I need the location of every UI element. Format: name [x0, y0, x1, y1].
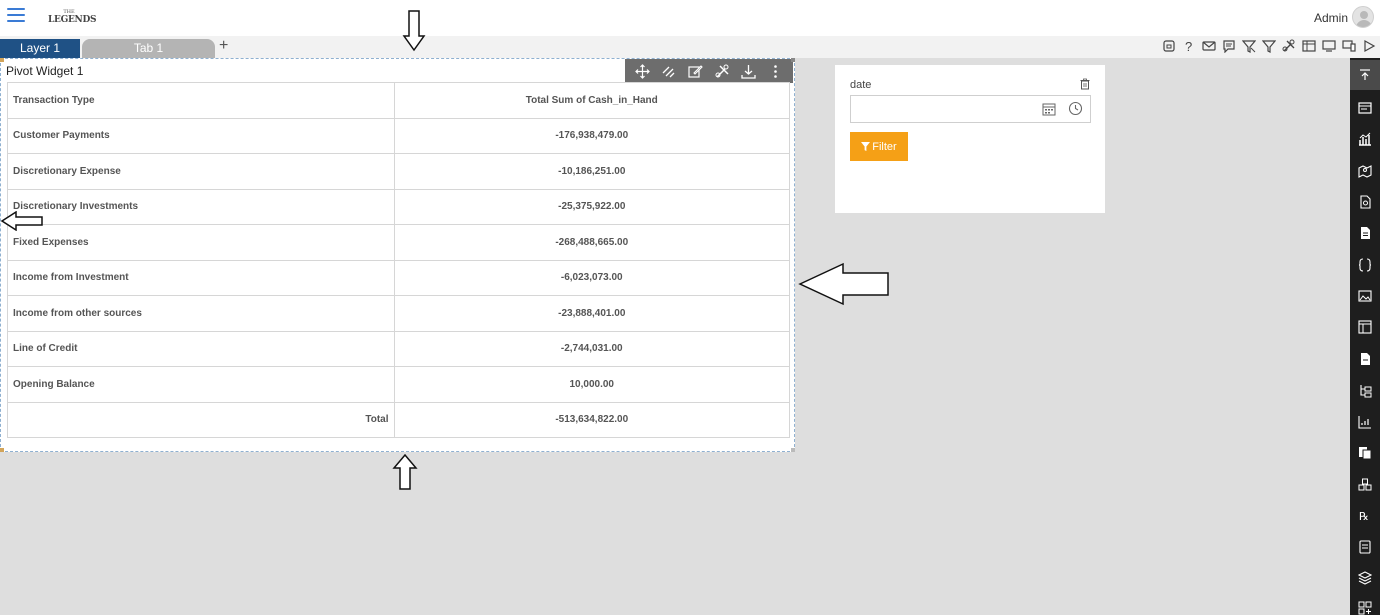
trash-icon[interactable] [1079, 78, 1091, 90]
layers-icon[interactable] [1350, 563, 1380, 593]
add-widget-icon[interactable] [1350, 593, 1380, 615]
row-value: -23,888,401.00 [393, 295, 790, 332]
column-header-transaction-type[interactable]: Transaction Type [7, 82, 395, 119]
resize-arrow-left-large-icon [798, 262, 889, 306]
devices-icon[interactable] [1342, 39, 1356, 53]
link-icon[interactable] [661, 63, 677, 79]
comment-icon[interactable] [1222, 39, 1236, 53]
save-icon[interactable] [1162, 39, 1176, 53]
table-row: Discretionary Investments -25,375,922.00 [7, 188, 790, 225]
settings-icon[interactable] [1282, 39, 1296, 53]
code-icon[interactable] [1350, 250, 1380, 280]
right-sidebar: ℞ [1350, 58, 1380, 615]
row-label: Discretionary Investments [7, 188, 395, 225]
tools-icon[interactable] [714, 63, 730, 79]
filter-label: date [850, 79, 872, 91]
help-icon[interactable]: ? [1182, 39, 1196, 53]
document-icon[interactable] [1350, 218, 1380, 248]
filter-button[interactable]: Filter [850, 132, 908, 161]
frame-icon[interactable] [1350, 312, 1380, 342]
dashboard-toolbar: ? [1162, 39, 1376, 53]
row-value: 10,000.00 [393, 366, 790, 403]
download-icon[interactable] [741, 63, 757, 79]
table-row: Customer Payments -176,938,479.00 [7, 117, 790, 154]
row-label: Income from Investment [7, 259, 395, 296]
hamburger-menu-icon[interactable] [7, 8, 25, 22]
top-header: THE LEGENDS Admin [0, 0, 1380, 36]
row-value: -2,744,031.00 [393, 330, 790, 367]
image-icon[interactable] [1350, 281, 1380, 311]
tab-1[interactable]: Tab 1 [82, 39, 215, 58]
resize-handle[interactable] [0, 58, 4, 62]
table-icon[interactable] [1302, 39, 1316, 53]
row-label: Fixed Expenses [7, 224, 395, 261]
row-label: Income from other sources [7, 295, 395, 332]
collapse-icon[interactable] [1350, 60, 1380, 90]
more-options-icon[interactable] [768, 63, 784, 79]
trend-icon[interactable] [1350, 407, 1380, 437]
map-icon[interactable] [1350, 156, 1380, 186]
row-label: Line of Credit [7, 330, 395, 367]
filter-icon[interactable] [1262, 39, 1276, 53]
formula-icon[interactable]: ℞ [1350, 501, 1380, 531]
svg-text:?: ? [1185, 39, 1192, 53]
resize-handle[interactable] [0, 448, 4, 452]
user-name[interactable]: Admin [1314, 11, 1348, 25]
table-row: Fixed Expenses -268,488,665.00 [7, 224, 790, 261]
filter-funnel-icon [861, 142, 871, 151]
calendar-icon[interactable] [1042, 102, 1056, 116]
widget-icon[interactable] [1350, 93, 1380, 123]
table-row: Income from other sources -23,888,401.00 [7, 295, 790, 332]
total-label: Total [7, 401, 395, 438]
resize-arrow-down-icon [402, 10, 426, 52]
total-value: -513,634,822.00 [393, 401, 790, 438]
chart-icon[interactable] [1350, 124, 1380, 154]
svg-text:℞: ℞ [1359, 511, 1369, 523]
monitor-icon[interactable] [1322, 39, 1336, 53]
pdf-icon[interactable] [1350, 187, 1380, 217]
tree-icon[interactable] [1350, 376, 1380, 406]
widget-toolbar [625, 59, 793, 83]
notes-icon[interactable] [1350, 532, 1380, 562]
copy-icon[interactable] [1350, 438, 1380, 468]
layer-tab[interactable]: Layer 1 [0, 39, 80, 58]
row-value: -25,375,922.00 [393, 188, 790, 225]
row-label: Opening Balance [7, 366, 395, 403]
resize-handle[interactable] [791, 58, 795, 62]
mail-icon[interactable] [1202, 39, 1216, 53]
move-icon[interactable] [634, 63, 650, 79]
total-row: Total -513,634,822.00 [7, 401, 790, 438]
table-row: Income from Investment -6,023,073.00 [7, 259, 790, 296]
widget-title: Pivot Widget 1 [6, 64, 84, 78]
table-header-row: Transaction Type Total Sum of Cash_in_Ha… [7, 82, 790, 119]
play-icon[interactable] [1362, 39, 1376, 53]
logo-main-text: LEGENDS [48, 15, 97, 25]
report-icon[interactable] [1350, 344, 1380, 374]
row-label: Discretionary Expense [7, 153, 395, 190]
pivot-table: Transaction Type Total Sum of Cash_in_Ha… [7, 82, 790, 438]
resize-handle[interactable] [791, 448, 795, 452]
clock-icon[interactable] [1068, 101, 1083, 116]
row-value: -6,023,073.00 [393, 259, 790, 296]
tab-bar: Layer 1 Tab 1 + ? [0, 36, 1380, 58]
resize-arrow-up-icon [392, 454, 418, 490]
row-value: -10,186,251.00 [393, 153, 790, 190]
group-icon[interactable] [1350, 470, 1380, 500]
table-row: Opening Balance 10,000.00 [7, 366, 790, 403]
row-label: Customer Payments [7, 117, 395, 154]
edit-icon[interactable] [688, 63, 704, 79]
app-logo[interactable]: THE LEGENDS [48, 9, 97, 27]
date-filter-widget: date Filter [835, 65, 1105, 213]
table-row: Line of Credit -2,744,031.00 [7, 330, 790, 367]
row-value: -268,488,665.00 [393, 224, 790, 261]
row-value: -176,938,479.00 [393, 117, 790, 154]
clear-filter-icon[interactable] [1242, 39, 1256, 53]
column-header-total-sum[interactable]: Total Sum of Cash_in_Hand [393, 82, 790, 119]
pivot-widget[interactable]: Pivot Widget 1 Transaction Type Total Su… [0, 58, 795, 452]
user-avatar[interactable] [1352, 6, 1374, 28]
resize-arrow-left-icon [0, 211, 43, 231]
add-tab-button[interactable]: + [219, 37, 228, 55]
table-row: Discretionary Expense -10,186,251.00 [7, 153, 790, 190]
filter-button-label: Filter [872, 140, 897, 153]
